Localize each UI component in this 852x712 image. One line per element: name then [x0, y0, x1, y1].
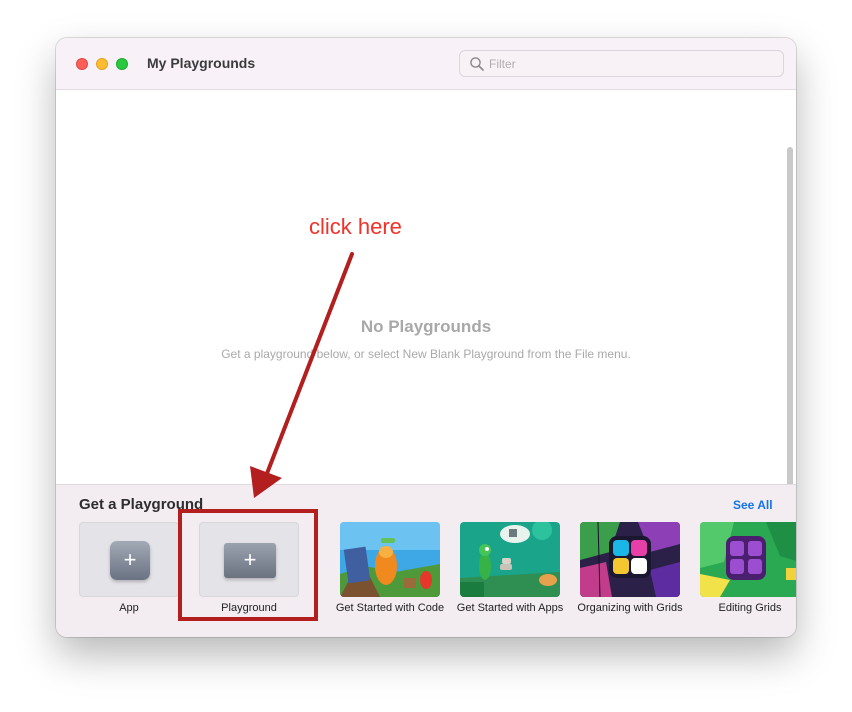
template-thumbnail[interactable]	[340, 522, 440, 597]
organizing-grids-image	[580, 522, 680, 597]
template-thumbnail[interactable]	[700, 522, 796, 597]
template-label: Get Started with Code	[335, 602, 445, 614]
minimize-window-button[interactable]	[96, 58, 108, 70]
template-thumbnail[interactable]	[460, 522, 560, 597]
template-thumbnail[interactable]	[580, 522, 680, 597]
zoom-window-button[interactable]	[116, 58, 128, 70]
empty-state-subtitle: Get a playground below, or select New Bl…	[221, 347, 631, 361]
playground-list-area: No Playgrounds Get a playground below, o…	[56, 91, 796, 504]
title-bar[interactable]: My Playgrounds	[56, 38, 796, 90]
filter-input[interactable]	[489, 54, 774, 74]
template-label: Get Started with Apps	[456, 602, 564, 614]
annotation-highlight-box	[178, 509, 318, 621]
window-title: My Playgrounds	[147, 55, 256, 71]
get-playground-panel: Get a Playground See All + App + Playgro…	[56, 484, 796, 637]
template-label: Organizing with Grids	[577, 602, 683, 614]
annotation-text: click here	[309, 214, 402, 239]
template-label: App	[119, 602, 139, 614]
editing-grids-image	[700, 522, 796, 597]
search-icon	[470, 57, 484, 71]
template-label: Editing Grids	[718, 602, 782, 614]
scrollbar[interactable]	[787, 147, 793, 504]
close-window-button[interactable]	[76, 58, 88, 70]
get-started-code-image	[340, 522, 440, 597]
playgrounds-window: My Playgrounds No Playgrounds Get a play…	[56, 38, 796, 637]
template-thumbnail[interactable]: +	[79, 522, 179, 597]
app-template-icon: +	[110, 541, 150, 580]
plus-icon: +	[123, 547, 137, 572]
filter-field[interactable]	[459, 50, 784, 77]
see-all-link[interactable]: See All	[733, 498, 773, 512]
get-started-apps-image	[460, 522, 560, 597]
empty-state-title: No Playgrounds	[360, 317, 492, 336]
